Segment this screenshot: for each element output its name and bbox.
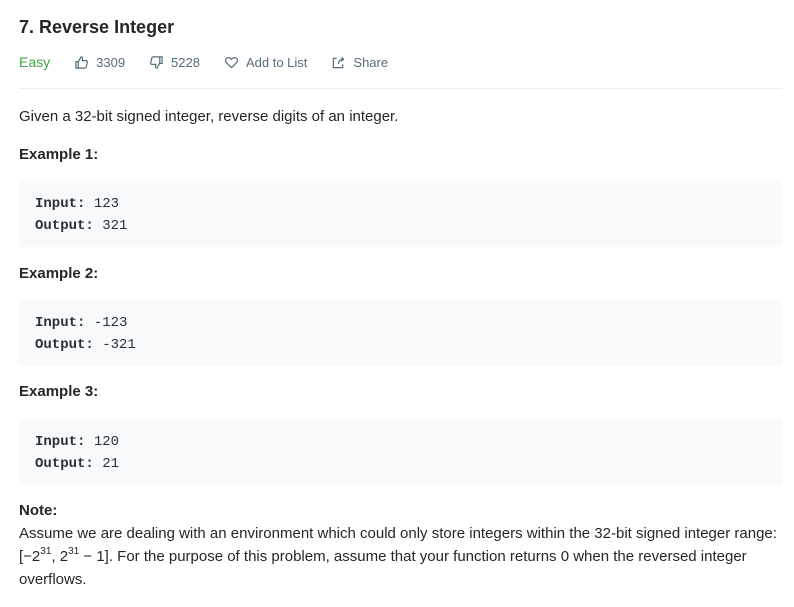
example-2-input: -123 [93,315,128,331]
problem-title: 7. Reverse Integer [19,17,175,37]
share-label: Share [353,54,389,70]
input-label: Input: [35,434,86,450]
note-text-part-3: − 1]. For the purpose of this problem, a… [19,548,747,588]
example-1-heading: Example 1: [19,146,99,163]
example-3-heading: Example 3: [19,383,99,400]
example-2-code-block: Input: -123 Output: -321 [19,300,782,366]
thumbs-down-icon [150,55,163,69]
example-2-output-line: Output: -321 [35,334,766,356]
output-label: Output: [35,337,94,353]
example-1-input: 123 [93,196,120,212]
note-text: Assume we are dealing with an environmen… [19,522,782,591]
note-heading: Note: [19,502,58,519]
dislike-count: 5228 [171,54,200,70]
example-3-output: 21 [102,456,120,472]
add-to-list-label: Add to List [245,54,308,70]
like-button[interactable]: 3309 [74,55,125,70]
thumbs-up-icon [75,55,89,69]
example-3-input-line: Input: 120 [35,431,766,453]
example-3-code-block: Input: 120 Output: 21 [19,419,782,485]
like-count: 3309 [96,54,126,70]
header-divider [19,88,782,89]
example-2-input-line: Input: -123 [35,312,766,334]
output-label: Output: [35,218,94,234]
example-1-code-block: Input: 123 Output: 321 [19,181,782,247]
difficulty-label: Easy [19,54,51,70]
example-1-input-line: Input: 123 [35,193,766,215]
heart-icon [224,56,239,68]
share-icon [333,56,345,68]
problem-meta-bar: Easy 3309 5228 Add to List Share [19,52,412,72]
dislike-button[interactable]: 5228 [149,55,200,70]
input-label: Input: [35,196,86,212]
output-label: Output: [35,456,94,472]
note-exponent-1: 31 [40,546,52,557]
note-text-part-2: , 2 [51,548,69,565]
note-exponent-2: 31 [68,546,80,557]
problem-description: Given a 32-bit signed integer, reverse d… [19,108,399,125]
input-label: Input: [35,315,86,331]
example-1-output: 321 [102,218,128,234]
share-button[interactable]: Share [331,55,388,70]
example-2-heading: Example 2: [19,265,99,282]
example-1-output-line: Output: 321 [35,215,766,237]
example-3-input: 120 [93,434,120,450]
example-2-output: -321 [102,337,136,353]
example-3-output-line: Output: 21 [35,453,766,475]
add-to-list-button[interactable]: Add to List [224,55,307,70]
